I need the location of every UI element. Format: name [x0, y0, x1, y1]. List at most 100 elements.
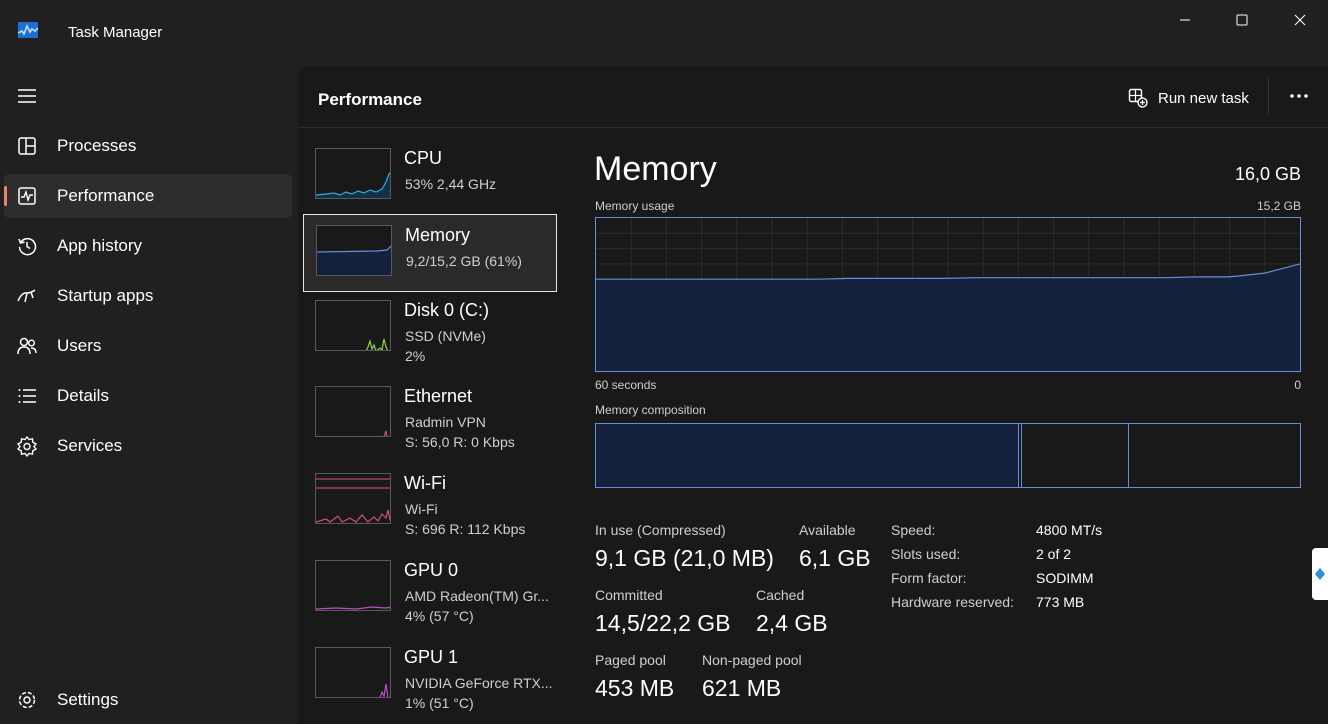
performance-icon — [18, 187, 36, 205]
nav-label: Processes — [57, 136, 137, 155]
nav-item-startup-apps[interactable]: Startup apps — [4, 274, 292, 318]
nonpaged-pool-value: 621 MB — [702, 675, 782, 701]
resource-gpu1[interactable]: GPU 1 NVIDIA GeForce RTX... 1% (51 °C) — [303, 637, 557, 715]
disk-mini-graph — [315, 300, 391, 351]
resource-detail: Wi-Fi — [405, 501, 438, 517]
nav-label: App history — [57, 236, 143, 255]
resource-cpu[interactable]: CPU 53% 2,44 GHz — [303, 138, 557, 216]
resource-name: Wi-Fi — [404, 473, 446, 493]
form-factor-value: SODIMM — [1036, 570, 1094, 586]
gpu0-mini-graph — [315, 560, 391, 611]
nonpaged-pool-label: Non-paged pool — [702, 652, 802, 668]
nav-label: Performance — [57, 186, 155, 205]
resource-detail: AMD Radeon(TM) Gr... — [405, 588, 549, 604]
memory-usage-label: Memory usage — [595, 199, 675, 213]
nav-item-processes[interactable]: Processes — [4, 124, 292, 168]
cached-label: Cached — [756, 587, 805, 603]
maximize-icon — [1236, 14, 1248, 26]
slots-used-value: 2 of 2 — [1036, 546, 1072, 562]
nav-label: Startup apps — [57, 286, 154, 305]
cpu-mini-graph — [315, 148, 391, 199]
committed-value: 14,5/22,2 GB — [595, 610, 731, 636]
resource-detail: 9,2/15,2 GB (61%) — [406, 253, 522, 269]
resource-detail: SSD (NVMe) — [405, 328, 486, 344]
wifi-sparkline — [316, 478, 390, 523]
nav-label: Details — [57, 386, 109, 405]
minimize-button[interactable] — [1165, 8, 1205, 32]
nav-item-services[interactable]: Services — [4, 424, 292, 468]
run-new-task-button[interactable]: Run new task — [1128, 84, 1249, 112]
composition-in-use — [596, 424, 1019, 487]
cached-value: 2,4 GB — [756, 610, 828, 636]
composition-gap — [1020, 424, 1022, 487]
available-value: 6,1 GB — [799, 545, 871, 571]
speed-value: 4800 MT/s — [1036, 522, 1103, 538]
resource-gpu0[interactable]: GPU 0 AMD Radeon(TM) Gr... 4% (57 °C) — [303, 550, 557, 628]
run-new-task-label: Run new task — [1158, 89, 1249, 107]
nav-item-app-history[interactable]: App history — [4, 224, 292, 268]
resource-throughput: S: 696 R: 112 Kbps — [405, 521, 526, 537]
hamburger-menu-icon[interactable] — [16, 86, 38, 106]
memory-usage-area — [596, 263, 1300, 371]
memory-total: 16,0 GB — [1234, 164, 1301, 184]
resource-disk[interactable]: Disk 0 (C:) SSD (NVMe) 2% — [303, 290, 557, 368]
resource-usage: 1% (51 °C) — [405, 695, 474, 711]
nav-label: Users — [57, 336, 102, 355]
committed-label: Committed — [595, 587, 663, 603]
nav-item-details[interactable]: Details — [4, 374, 292, 418]
title-bar: Task Manager — [0, 0, 1328, 64]
resource-usage: 4% (57 °C) — [405, 608, 474, 624]
nav-label: Settings — [57, 690, 119, 709]
resource-memory[interactable]: Memory 9,2/15,2 GB (61%) — [303, 214, 557, 292]
ethernet-mini-graph — [315, 386, 391, 437]
run-task-icon — [1128, 88, 1148, 108]
in-use-label: In use (Compressed) — [595, 522, 726, 538]
gear-icon — [18, 691, 36, 709]
resource-usage: 2% — [405, 348, 426, 364]
detail-title: Memory — [594, 150, 717, 188]
gpu0-sparkline — [316, 606, 390, 610]
memory-usage-max: 15,2 GB — [1256, 199, 1301, 213]
processes-icon — [18, 137, 36, 155]
resource-name: Memory — [405, 225, 471, 245]
history-icon — [18, 237, 37, 256]
time-axis-end: 0 — [1294, 378, 1301, 392]
close-icon — [1294, 14, 1306, 26]
memory-usage-graph — [595, 217, 1301, 372]
memory-composition-bar — [595, 423, 1301, 488]
resource-ethernet[interactable]: Ethernet Radmin VPN S: 56,0 R: 0 Kbps — [303, 376, 557, 454]
maximize-button[interactable] — [1222, 8, 1262, 32]
composition-free — [1130, 424, 1300, 487]
hardware-reserved-value: 773 MB — [1036, 594, 1085, 610]
edge-widget-tab[interactable] — [1312, 548, 1328, 600]
in-use-value: 9,1 GB (21,0 MB) — [595, 545, 774, 571]
speed-label: Speed: — [891, 522, 936, 538]
services-icon — [16, 435, 38, 457]
memory-mini-graph — [316, 225, 392, 276]
gpu1-mini-graph — [315, 647, 391, 698]
users-icon — [17, 337, 37, 355]
resource-name: Ethernet — [404, 386, 473, 406]
nav-item-settings[interactable]: Settings — [4, 678, 292, 722]
nav-label: Services — [57, 436, 123, 455]
more-options-icon[interactable] — [1288, 88, 1310, 104]
ethernet-sparkline — [383, 430, 388, 436]
widget-diamond-icon — [1315, 568, 1325, 580]
memory-usage-chart — [596, 218, 1300, 371]
memory-sparkline — [317, 245, 391, 275]
composition-standby — [1023, 424, 1129, 487]
startup-icon — [17, 289, 36, 303]
task-manager-app-icon — [18, 22, 38, 38]
paged-pool-value: 453 MB — [595, 675, 675, 701]
resource-wifi[interactable]: Wi-Fi Wi-Fi S: 696 R: 112 Kbps — [303, 463, 557, 541]
nav-item-performance[interactable]: Performance — [4, 174, 292, 218]
nav-item-users[interactable]: Users — [4, 324, 292, 368]
window-title: Task Manager — [68, 24, 163, 41]
wifi-mini-graph — [315, 473, 391, 524]
paged-pool-label: Paged pool — [595, 652, 666, 668]
resource-detail: NVIDIA GeForce RTX... — [405, 675, 553, 691]
close-button[interactable] — [1280, 8, 1320, 32]
memory-composition-label: Memory composition — [595, 403, 706, 417]
available-label: Available — [799, 522, 856, 538]
resource-throughput: S: 56,0 R: 0 Kbps — [405, 434, 515, 450]
